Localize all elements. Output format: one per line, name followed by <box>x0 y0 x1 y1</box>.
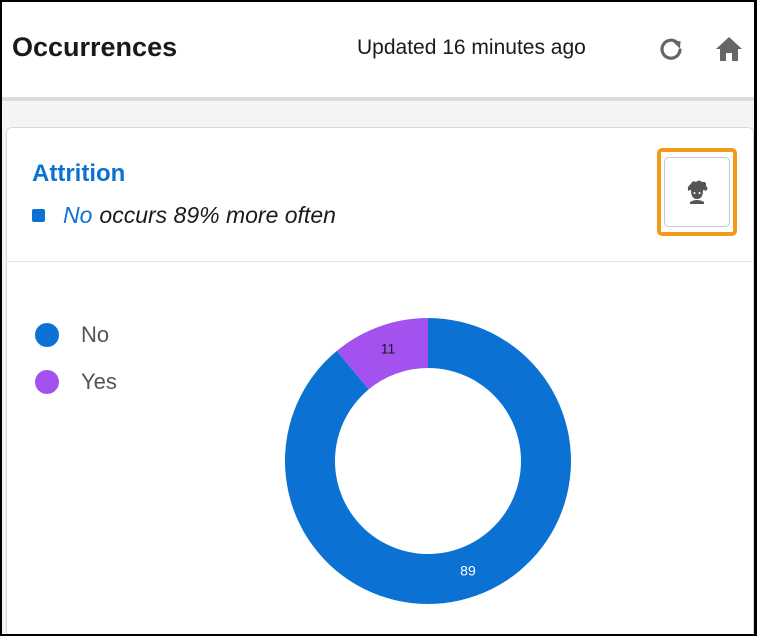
data-label-no: 89 <box>460 563 476 579</box>
panel-header: Occurrences Updated 16 minutes ago <box>2 2 754 97</box>
attrition-card: Attrition No occurs 89% more often No Ye… <box>6 127 754 634</box>
occurrences-panel: Occurrences Updated 16 minutes ago Attri… <box>2 2 754 634</box>
updated-timestamp: Updated 16 minutes ago <box>357 36 586 59</box>
home-button[interactable] <box>712 32 746 66</box>
home-icon <box>716 37 742 61</box>
data-label-yes: 11 <box>381 341 396 357</box>
page-title: Occurrences <box>12 32 178 62</box>
refresh-button[interactable] <box>654 32 688 66</box>
donut-chart: 89 11 <box>284 318 571 605</box>
refresh-icon <box>660 38 682 60</box>
